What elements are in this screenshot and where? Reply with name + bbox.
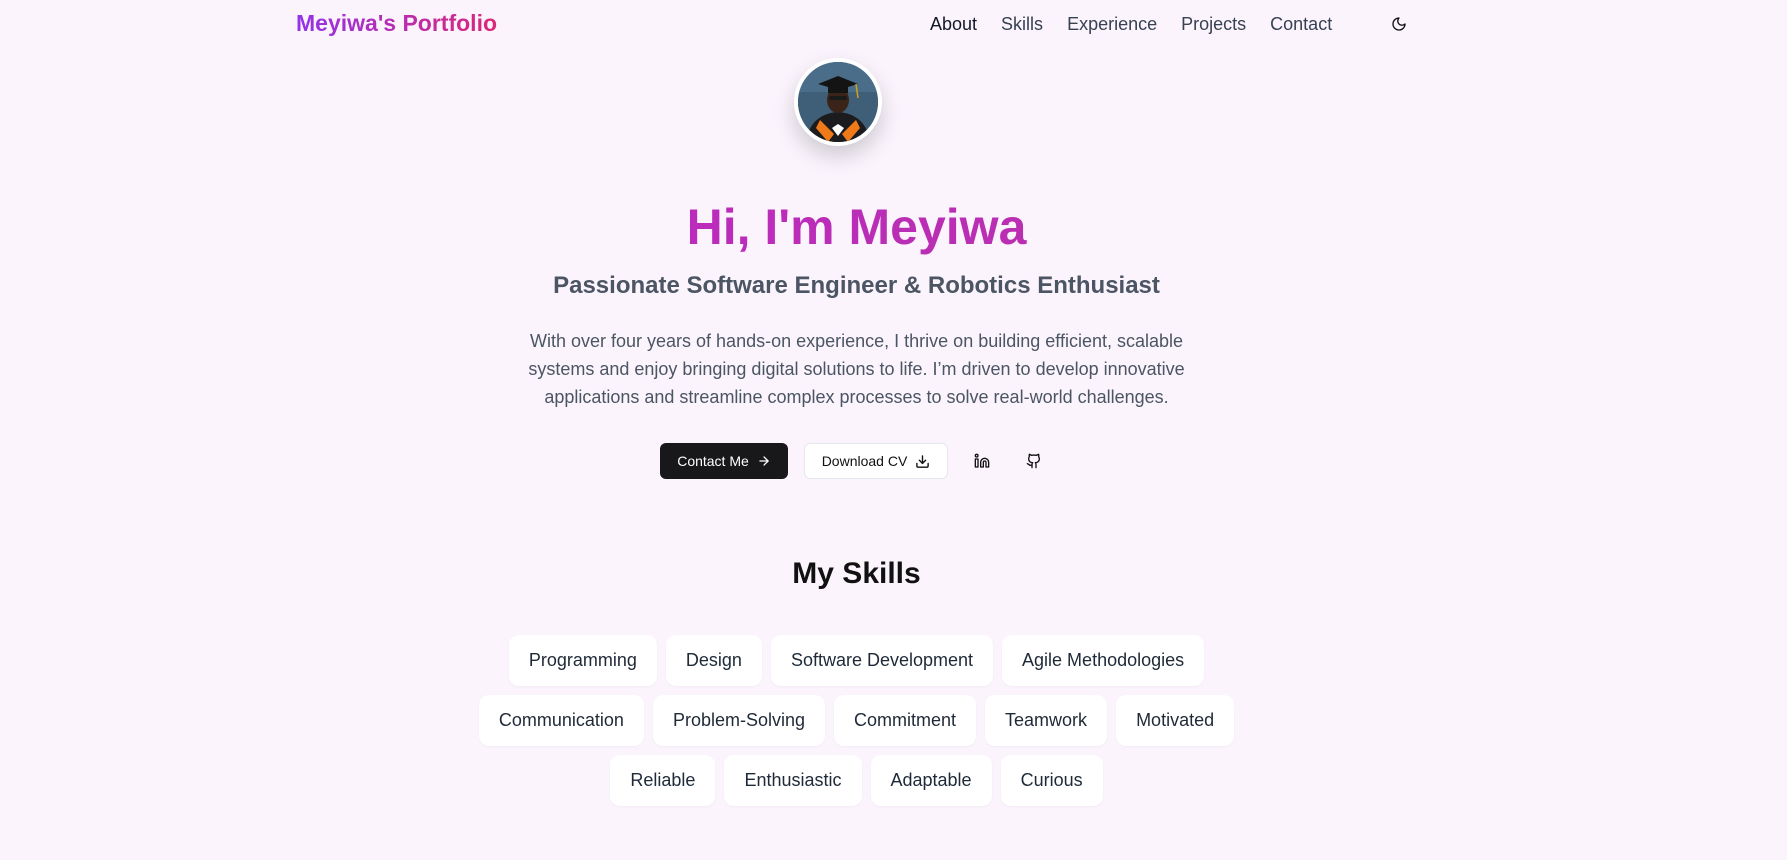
skill-chip: Adaptable (870, 755, 992, 806)
download-cv-label: Download CV (821, 453, 908, 469)
hero-subtitle: Passionate Software Engineer & Robotics … (553, 272, 1160, 299)
skill-chip: Motivated (1116, 695, 1235, 746)
skills-row: Communication Problem-Solving Commitment… (0, 695, 1713, 746)
nav-links: About Skills Experience Projects Contact (930, 14, 1356, 35)
skill-chip: Communication (478, 695, 644, 746)
nav-link-experience[interactable]: Experience (1067, 14, 1157, 35)
nav-link-skills[interactable]: Skills (1001, 14, 1043, 35)
nav-link-projects[interactable]: Projects (1181, 14, 1246, 35)
skill-chip: Commitment (834, 695, 977, 746)
hero-description: With over four years of hands-on experie… (528, 331, 1185, 407)
profile-photo (798, 62, 878, 142)
contact-me-button[interactable]: Contact Me (660, 443, 788, 479)
nav-link-contact[interactable]: Contact (1270, 14, 1332, 35)
hero-actions: Contact Me Download CV (660, 443, 1052, 479)
skill-chip: Enthusiastic (724, 755, 862, 806)
linkedin-icon (974, 453, 990, 468)
download-icon (916, 454, 930, 468)
moon-icon (1392, 17, 1406, 31)
top-nav: Meyiwa's Portfolio About Skills Experien… (0, 0, 1787, 50)
skill-chip: Programming (508, 635, 657, 686)
skill-chip: Problem-Solving (652, 695, 826, 746)
skills-row: Reliable Enthusiastic Adaptable Curious (0, 755, 1713, 806)
brand-logo[interactable]: Meyiwa's Portfolio (296, 10, 497, 37)
skill-chip: Software Development (770, 635, 994, 686)
avatar (794, 58, 882, 146)
hero-title: Hi, I'm Meyiwa (0, 198, 1713, 256)
github-icon (1026, 453, 1041, 469)
skill-chip: Curious (1000, 755, 1103, 806)
contact-me-label: Contact Me (677, 453, 749, 469)
github-button[interactable] (1016, 443, 1052, 479)
download-cv-button[interactable]: Download CV (804, 443, 948, 479)
skill-chip: Design (665, 635, 762, 686)
theme-toggle-button[interactable] (1388, 13, 1410, 35)
linkedin-button[interactable] (964, 443, 1000, 479)
skill-chip: Reliable (610, 755, 716, 806)
skills-list: Programming Design Software Development … (0, 635, 1713, 815)
skills-title: My Skills (792, 557, 921, 590)
portfolio-page: Meyiwa's Portfolio About Skills Experien… (0, 0, 1787, 860)
skill-chip: Teamwork (985, 695, 1108, 746)
nav-link-about[interactable]: About (930, 14, 977, 35)
skill-chip: Agile Methodologies (1002, 635, 1205, 686)
arrow-right-icon (759, 456, 769, 466)
skills-row: Programming Design Software Development … (0, 635, 1713, 686)
